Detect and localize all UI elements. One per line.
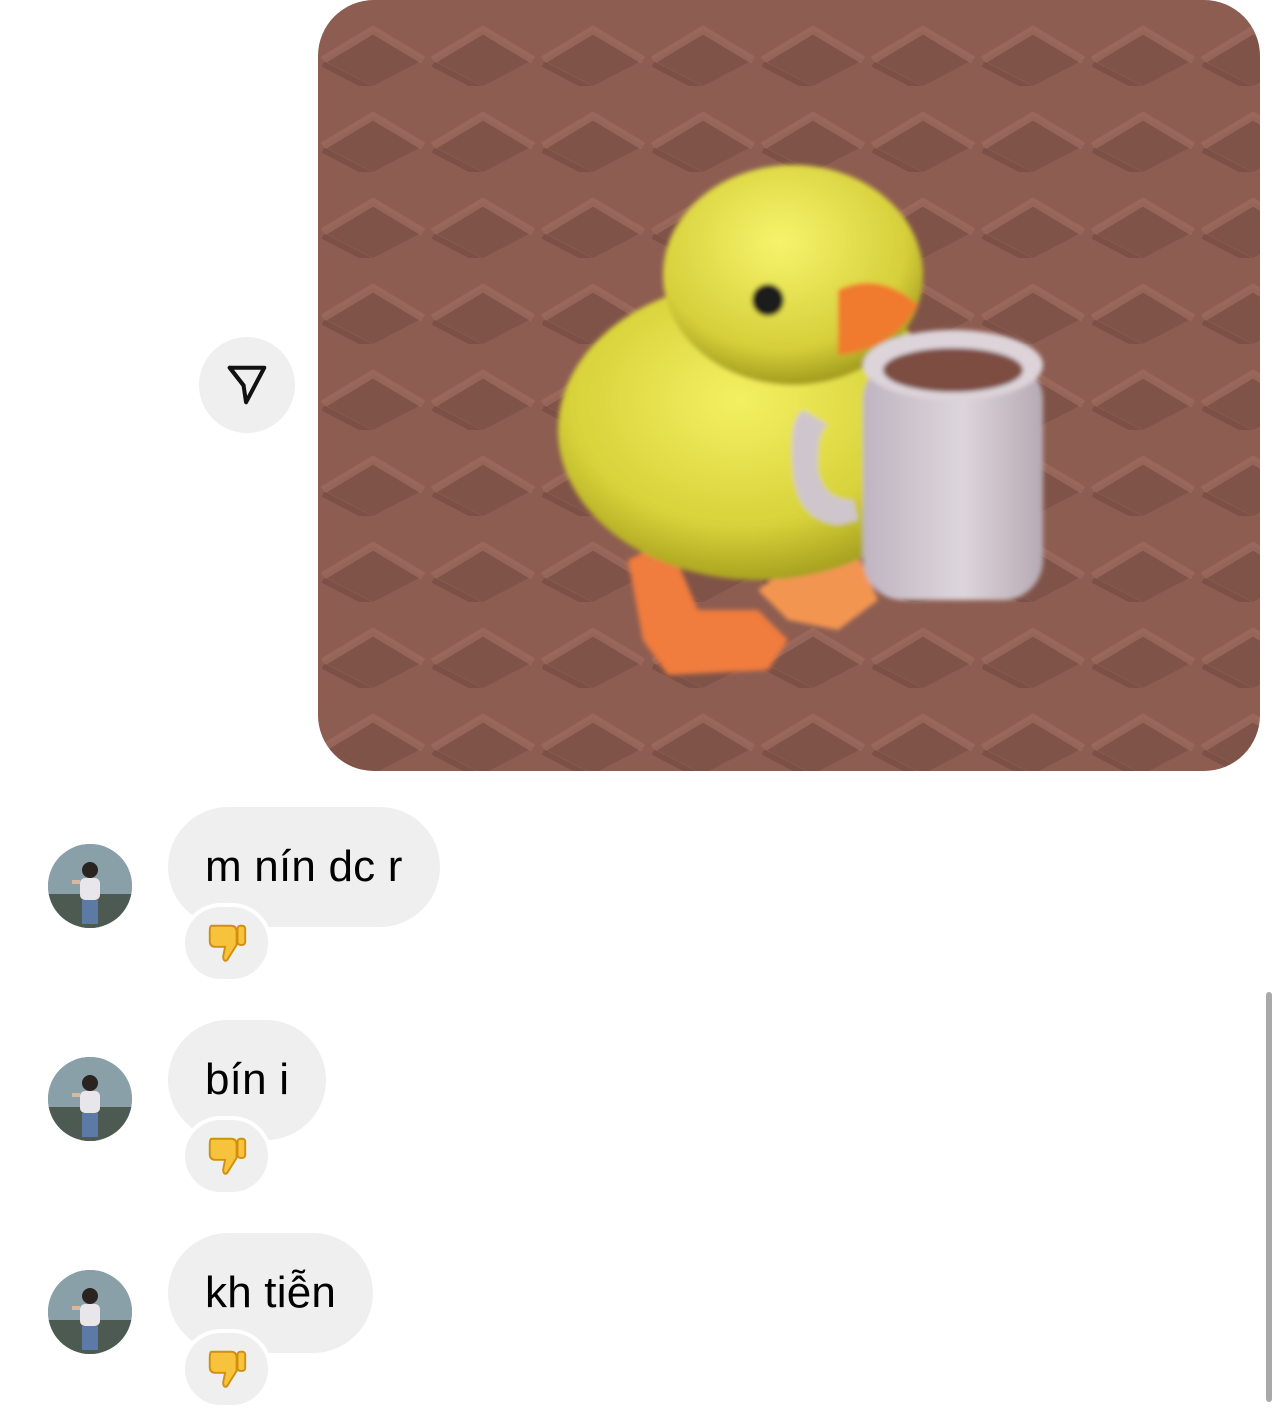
message-text: m nín dc r — [205, 842, 403, 891]
incoming-message: bín i — [0, 1020, 1284, 1200]
message-text: kh tiễn — [205, 1268, 337, 1317]
thumbs-down-icon — [208, 1137, 246, 1175]
message-text: bín i — [205, 1055, 290, 1104]
incoming-message: kh tiễn — [0, 1233, 1284, 1413]
scrollbar[interactable] — [1266, 992, 1272, 1402]
thumbs-down-icon — [208, 1350, 246, 1388]
duck-with-mug-image — [318, 0, 1260, 771]
reaction-badge[interactable] — [181, 1329, 272, 1409]
avatar[interactable] — [48, 1057, 132, 1141]
paper-plane-icon — [227, 365, 267, 405]
reaction-badge[interactable] — [181, 903, 272, 983]
incoming-message: m nín dc r — [0, 807, 1284, 987]
thumbs-down-icon — [208, 924, 246, 962]
avatar[interactable] — [48, 1270, 132, 1354]
reaction-badge[interactable] — [181, 1116, 272, 1196]
share-button[interactable] — [199, 337, 295, 433]
sent-image-message[interactable] — [318, 0, 1260, 771]
avatar[interactable] — [48, 844, 132, 928]
